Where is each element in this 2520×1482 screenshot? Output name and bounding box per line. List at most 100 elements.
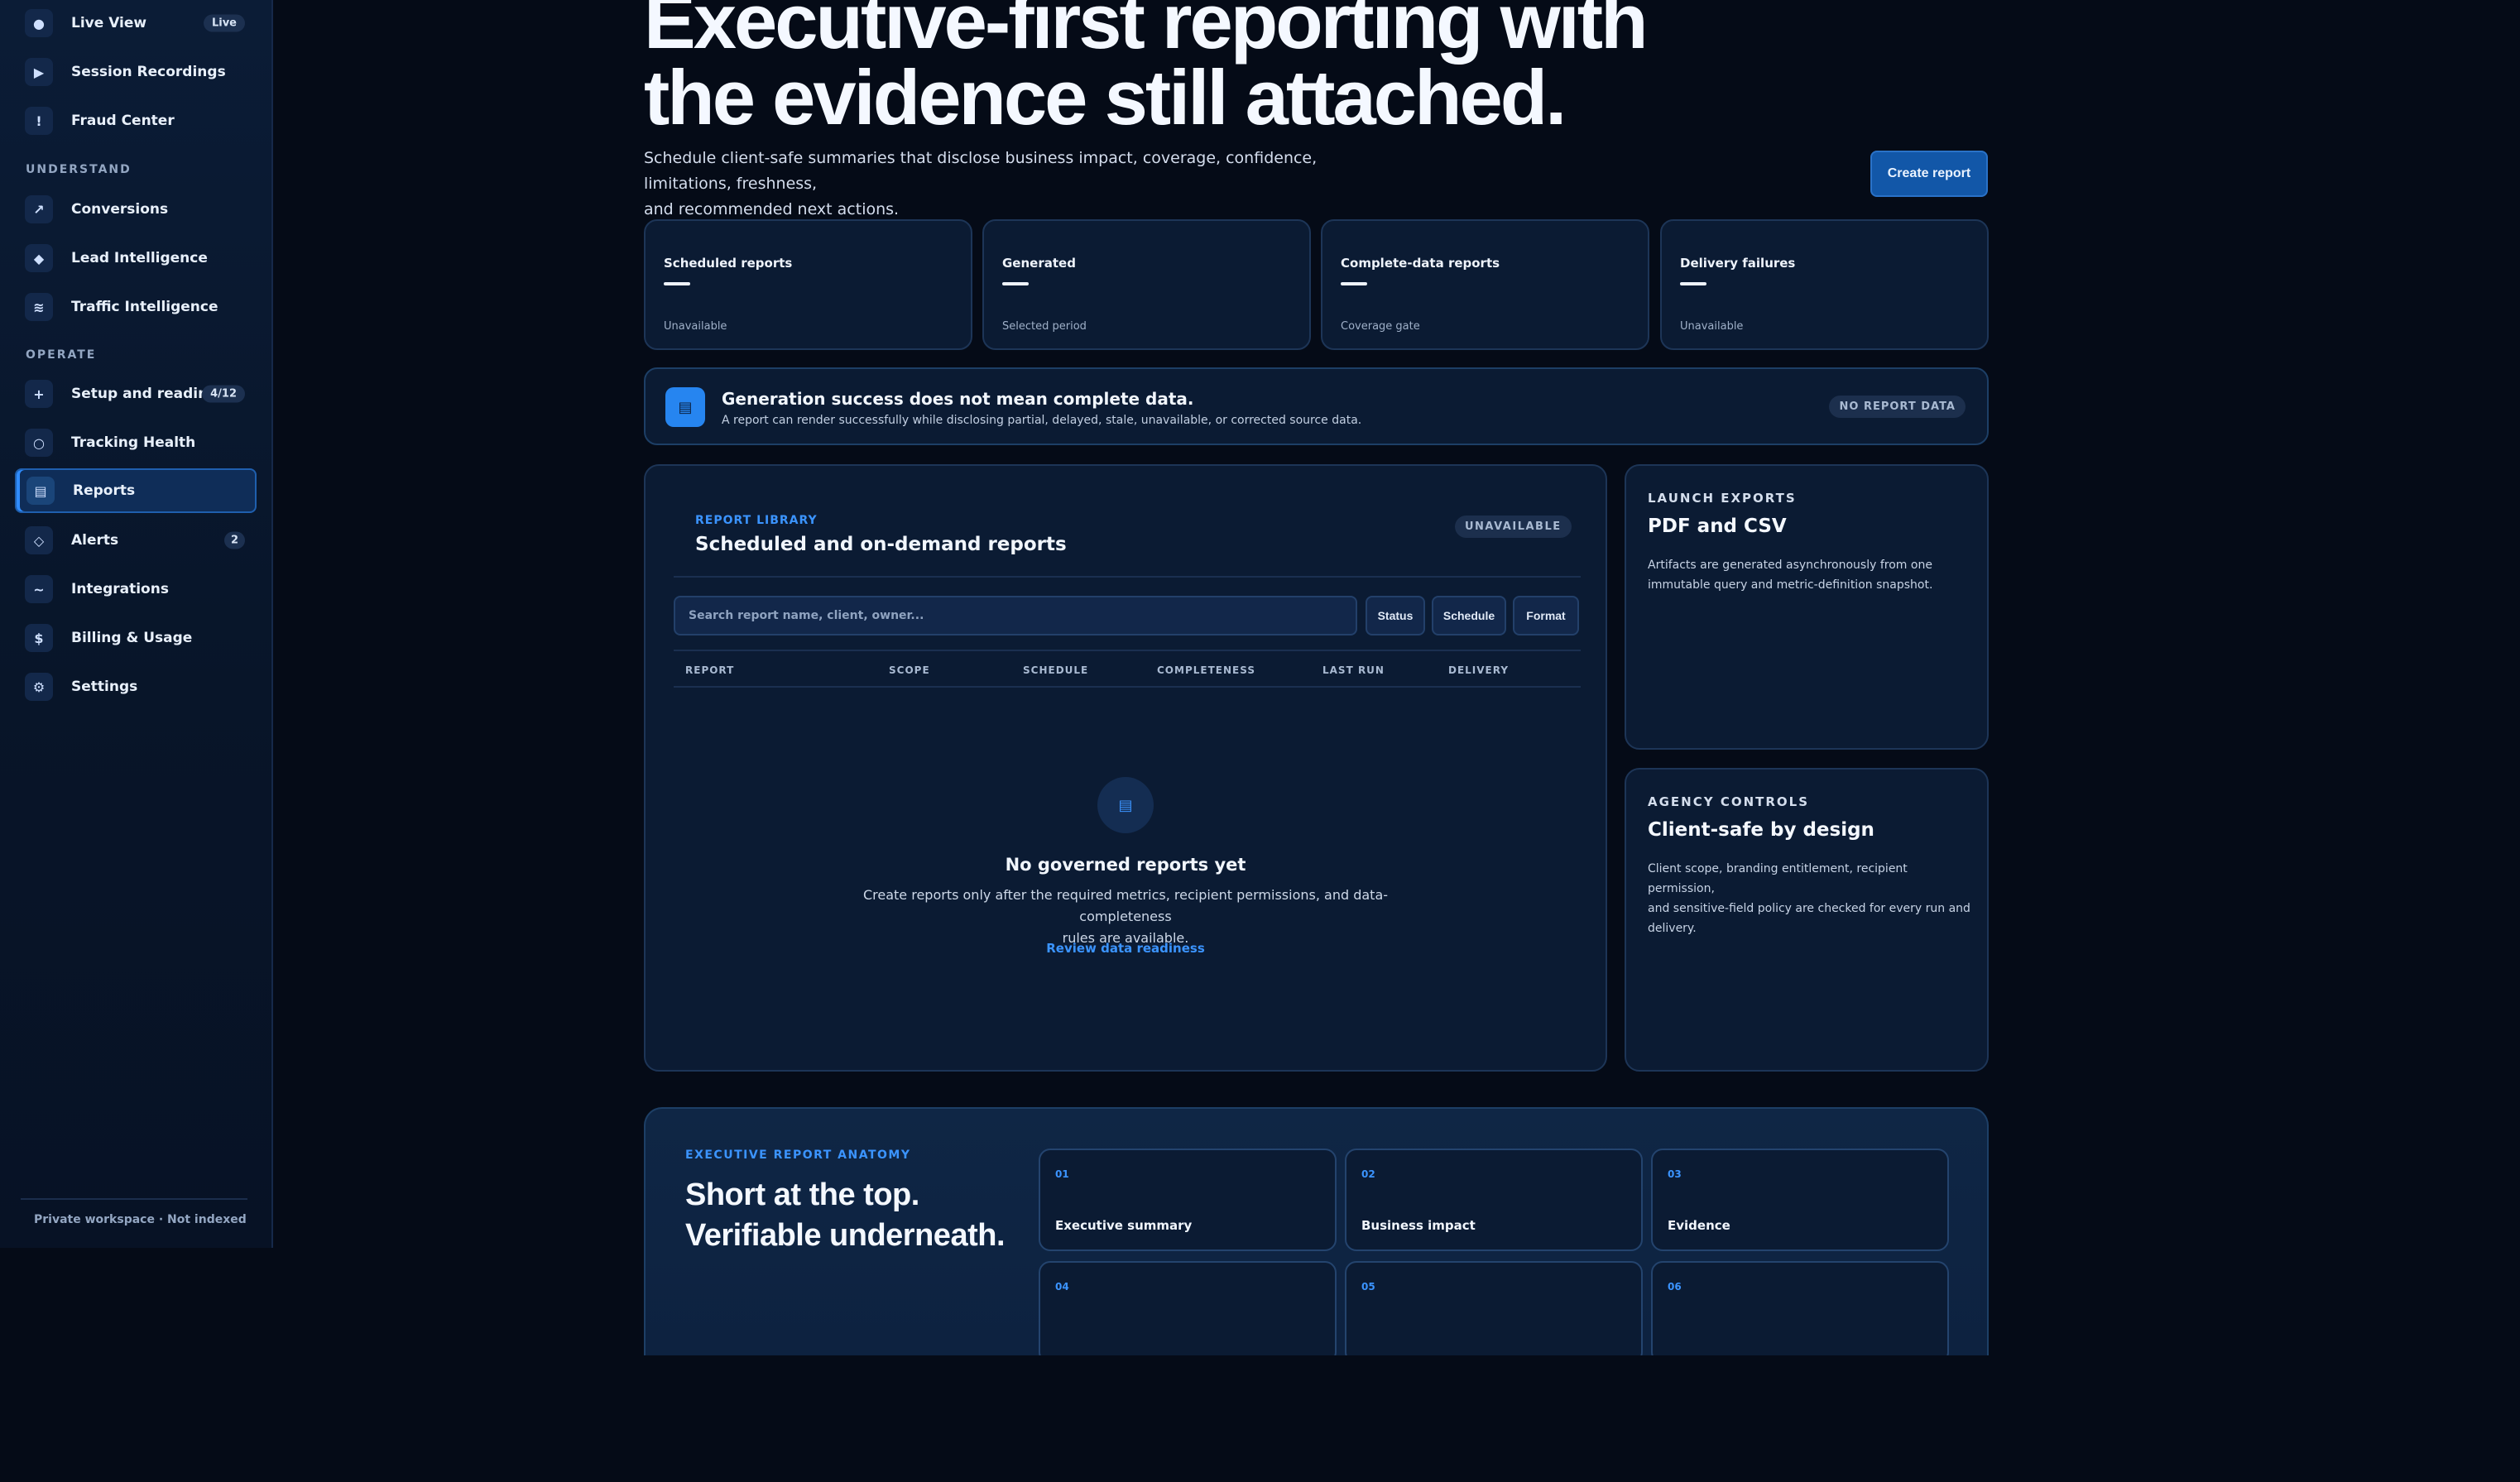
card-text-line: Client scope, branding entitlement, reci… xyxy=(1648,862,1908,895)
workspace-visibility-note: Private workspace · Not indexed xyxy=(34,1213,247,1226)
format-filter-button[interactable]: Format xyxy=(1513,596,1579,635)
review-data-readiness-link[interactable]: Review data readiness xyxy=(646,941,1606,956)
launch-exports-card: LAUNCH EXPORTS PDF and CSV Artifacts are… xyxy=(1625,464,1989,750)
sidebar-item-lead-intelligence[interactable]: ◆ Lead Intelligence xyxy=(15,236,257,281)
sidebar-item-traffic-intelligence[interactable]: ≋ Traffic Intelligence xyxy=(15,285,257,329)
anatomy-card-label: Business impact xyxy=(1361,1218,1476,1233)
sidebar-item-integrations[interactable]: ~ Integrations xyxy=(15,567,257,612)
sidebar-item-label: Integrations xyxy=(71,581,169,597)
anatomy-card-label: Executive summary xyxy=(1055,1218,1193,1233)
card-text: Client scope, branding entitlement, reci… xyxy=(1648,859,1972,938)
sidebar-item-fraud-center[interactable]: ! Fraud Center xyxy=(15,98,257,143)
section-eyebrow: REPORT LIBRARY xyxy=(695,514,818,527)
no-report-data-badge: NO REPORT DATA xyxy=(1829,396,1966,418)
sidebar-item-label: Alerts xyxy=(71,532,119,549)
empty-state-title: No governed reports yet xyxy=(1005,855,1246,875)
column-header-last-run[interactable]: LAST RUN xyxy=(1322,664,1385,676)
sidebar-item-live-view[interactable]: ● Live View Live xyxy=(15,1,257,46)
report-icon: ▤ xyxy=(1097,777,1154,833)
sidebar: ● Live View Live ▶ Session Recordings ! … xyxy=(0,0,273,1248)
sidebar-item-conversions[interactable]: ↗ Conversions xyxy=(15,187,257,232)
anatomy-card: 02 Business impact xyxy=(1345,1149,1643,1251)
data-completeness-notice: ▤ Generation success does not mean compl… xyxy=(644,367,1989,445)
sidebar-item-billing-usage[interactable]: $ Billing & Usage xyxy=(15,616,257,660)
stat-footnote: Unavailable xyxy=(1680,320,1744,333)
column-header-completeness[interactable]: COMPLETENESS xyxy=(1157,664,1255,676)
agency-controls-card: AGENCY CONTROLS Client-safe by design Cl… xyxy=(1625,768,1989,1072)
page-title-line: the evidence still attached. xyxy=(644,54,1567,141)
section-title: Scheduled and on-demand reports xyxy=(695,534,1067,555)
sidebar-item-settings[interactable]: ⚙ Settings xyxy=(15,664,257,709)
play-icon: ▶ xyxy=(25,58,53,86)
column-header-scope[interactable]: SCOPE xyxy=(889,664,930,676)
alert-diamond-icon: ◇ xyxy=(25,526,53,554)
stat-label: Scheduled reports xyxy=(664,256,793,271)
sidebar-item-label: Billing & Usage xyxy=(71,630,193,646)
stat-label: Generated xyxy=(1002,256,1076,271)
sidebar-item-session-recordings[interactable]: ▶ Session Recordings xyxy=(15,50,257,94)
page-subtitle: Schedule client-safe summaries that disc… xyxy=(644,146,1405,223)
anatomy-card-number: 06 xyxy=(1668,1281,1682,1293)
sidebar-item-setup-and-readiness[interactable]: + Setup and readiness 4/12 xyxy=(15,372,257,416)
divider xyxy=(674,576,1581,578)
create-report-button[interactable]: Create report xyxy=(1870,151,1988,197)
exclamation-icon: ! xyxy=(25,107,53,135)
table-divider xyxy=(674,686,1581,688)
sidebar-item-label: Fraud Center xyxy=(71,113,175,129)
tilde-icon: ~ xyxy=(25,575,53,603)
sidebar-divider xyxy=(21,1198,247,1200)
plus-icon: + xyxy=(25,380,53,408)
status-filter-button[interactable]: Status xyxy=(1366,596,1425,635)
column-header-delivery[interactable]: DELIVERY xyxy=(1448,664,1509,676)
section-label-understand: UNDERSTAND xyxy=(26,163,132,176)
stat-card-generated: Generated Selected period xyxy=(982,219,1311,350)
stat-label: Complete-data reports xyxy=(1341,256,1500,271)
anatomy-card-number: 01 xyxy=(1055,1168,1069,1180)
dollar-icon: $ xyxy=(25,624,53,652)
trend-arrow-icon: ↗ xyxy=(25,195,53,223)
card-eyebrow: AGENCY CONTROLS xyxy=(1648,794,1810,809)
column-header-report[interactable]: REPORT xyxy=(685,664,734,676)
card-text-line: immutable query and metric-definition sn… xyxy=(1648,578,1933,592)
sidebar-item-reports[interactable]: ▤ Reports xyxy=(15,468,257,513)
page-title: Executive-first reporting with the evide… xyxy=(644,0,1720,137)
anatomy-card: 03 Evidence xyxy=(1651,1149,1949,1251)
anatomy-card-number: 02 xyxy=(1361,1168,1375,1180)
column-header-schedule[interactable]: SCHEDULE xyxy=(1023,664,1088,676)
sidebar-item-alerts[interactable]: ◇ Alerts 2 xyxy=(15,518,257,563)
sidebar-item-label: Lead Intelligence xyxy=(71,250,208,266)
anatomy-card: 04 xyxy=(1039,1261,1337,1355)
schedule-filter-button[interactable]: Schedule xyxy=(1432,596,1506,635)
sidebar-item-tracking-health[interactable]: ○ Tracking Health xyxy=(15,420,257,465)
waves-icon: ≋ xyxy=(25,293,53,321)
report-icon: ▤ xyxy=(665,387,705,427)
sidebar-item-label: Tracking Health xyxy=(71,434,196,451)
empty-state-text: Create reports only after the required m… xyxy=(852,885,1399,949)
stat-card-scheduled-reports: Scheduled reports Unavailable xyxy=(644,219,972,350)
stat-value-unavailable-dash xyxy=(1341,282,1367,285)
alerts-count-badge: 2 xyxy=(223,531,245,549)
card-title: PDF and CSV xyxy=(1648,516,1787,537)
stat-card-delivery-failures: Delivery failures Unavailable xyxy=(1660,219,1989,350)
sidebar-item-label: Settings xyxy=(71,679,138,695)
card-title: Client-safe by design xyxy=(1648,819,1874,841)
card-text-line: and sensitive-field policy are checked f… xyxy=(1648,902,1970,915)
sidebar-item-label: Conversions xyxy=(71,201,169,218)
stat-card-complete-data-reports: Complete-data reports Coverage gate xyxy=(1321,219,1649,350)
page-subtitle-line: Schedule client-safe summaries that disc… xyxy=(644,149,1318,193)
card-text: Artifacts are generated asynchronously f… xyxy=(1648,555,1972,595)
search-input[interactable]: Search report name, client, owner... xyxy=(674,596,1357,635)
stat-value-unavailable-dash xyxy=(1002,282,1029,285)
card-text-line: delivery. xyxy=(1648,922,1697,935)
stat-footnote: Selected period xyxy=(1002,320,1087,333)
table-divider xyxy=(674,650,1581,651)
anatomy-card-label: Evidence xyxy=(1668,1218,1730,1233)
sidebar-item-label: Traffic Intelligence xyxy=(71,299,218,315)
section-title-line: Verifiable underneath. xyxy=(685,1218,1006,1253)
unavailable-badge: UNAVAILABLE xyxy=(1455,516,1572,538)
anatomy-card-number: 03 xyxy=(1668,1168,1682,1180)
live-badge: Live xyxy=(203,14,245,32)
ring-icon: ○ xyxy=(25,429,53,457)
anatomy-card: 05 xyxy=(1345,1261,1643,1355)
notice-text: A report can render successfully while d… xyxy=(722,414,1362,427)
